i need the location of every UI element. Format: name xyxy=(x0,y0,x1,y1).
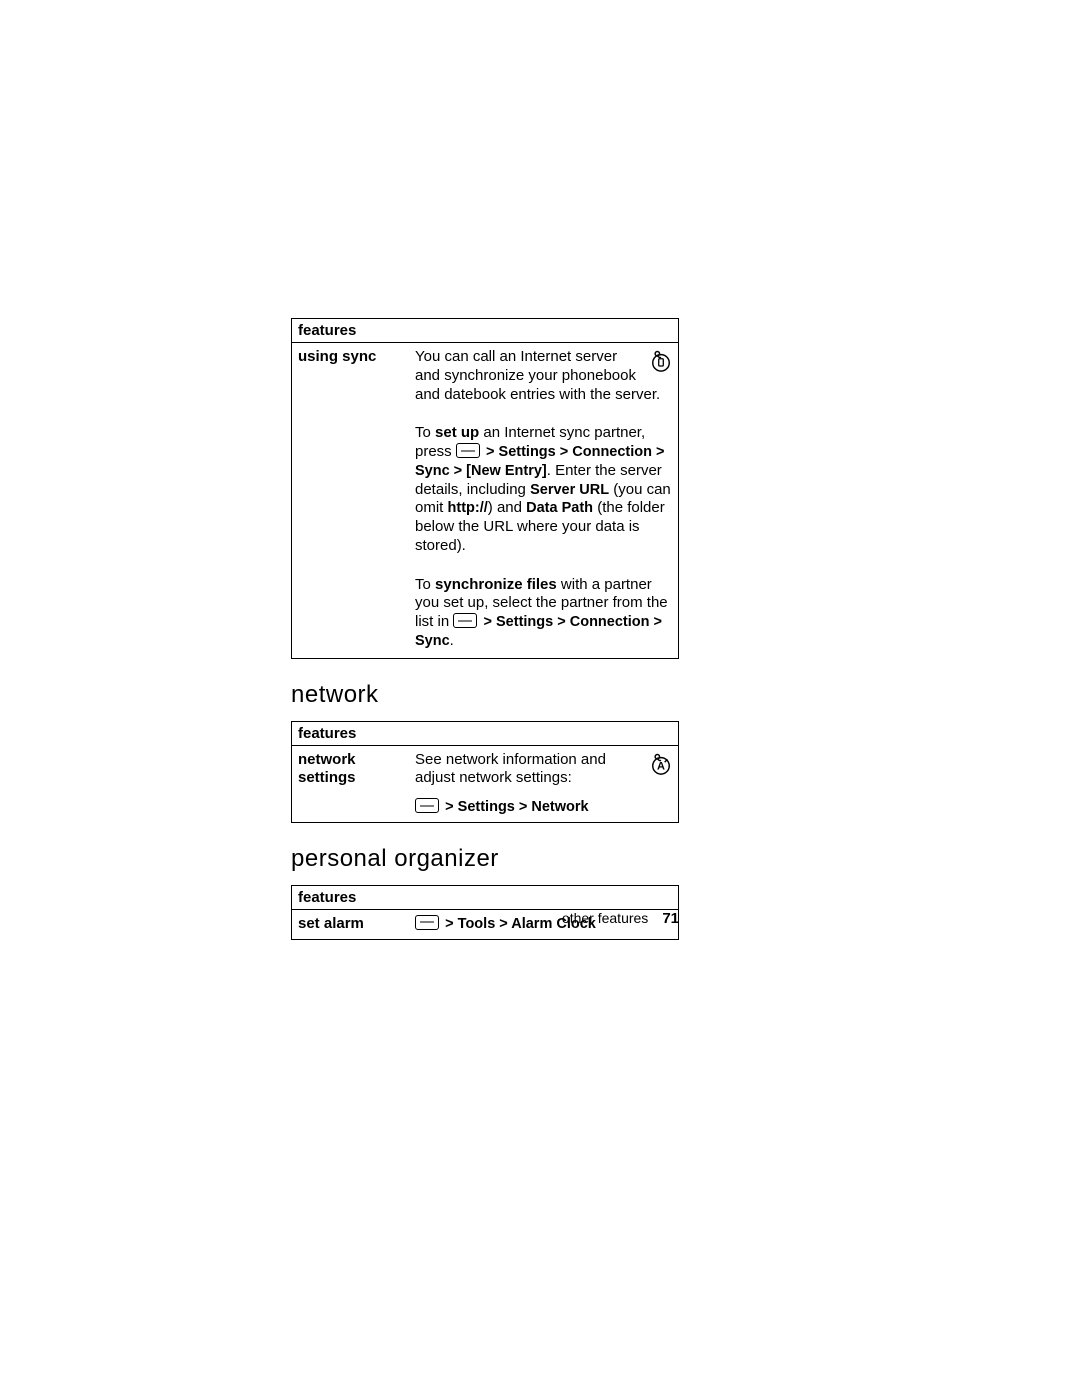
section-heading-organizer: personal organizer xyxy=(291,845,679,873)
text-bold: set up xyxy=(435,424,479,441)
text: To xyxy=(415,576,435,593)
text: . xyxy=(450,632,454,649)
network-desc-cell: A See network information and adjust net… xyxy=(409,745,679,793)
row-label-using-sync: using sync xyxy=(292,343,410,659)
table-header: features xyxy=(292,319,679,343)
sync-files-text: To synchronize files with a partner you … xyxy=(415,576,672,651)
route-icon xyxy=(650,350,672,372)
features-table-network: features network settings A See network … xyxy=(291,721,679,823)
table-header: features xyxy=(292,721,679,745)
antenna-icon: A xyxy=(650,753,672,775)
features-table-sync: features using sync You can call an Inte… xyxy=(291,318,679,659)
menu-icon xyxy=(415,798,439,813)
sync-desc-cell: You can call an Internet server and sync… xyxy=(409,343,679,420)
text-bold: synchronize files xyxy=(435,576,557,593)
menu-icon xyxy=(456,443,480,458)
footer-label: other features xyxy=(562,910,648,926)
table-header: features xyxy=(292,885,679,909)
page-footer: 71 other features xyxy=(291,910,679,927)
page-content: features using sync You can call an Inte… xyxy=(291,318,679,940)
svg-text:A: A xyxy=(657,760,665,772)
network-desc-text: See network information and adjust netwo… xyxy=(415,751,606,787)
text-cond: Server URL xyxy=(530,482,609,498)
page-number: 71 xyxy=(662,910,679,927)
network-path-cell: > Settings > Network xyxy=(409,793,679,822)
text: ) and xyxy=(488,499,526,516)
text-cond: Data Path xyxy=(526,500,593,516)
menu-icon xyxy=(453,613,477,628)
menu-path: > Settings > Network xyxy=(445,799,588,815)
text: To xyxy=(415,424,435,441)
sync-setup-text: To set up an Internet sync partner, pres… xyxy=(415,424,672,555)
section-heading-network: network xyxy=(291,681,679,709)
text-cond: http:// xyxy=(448,500,488,516)
sync-files-cell: To synchronize files with a partner you … xyxy=(409,571,679,659)
sync-intro-text: You can call an Internet server and sync… xyxy=(415,348,672,404)
sync-setup-cell: To set up an Internet sync partner, pres… xyxy=(409,419,679,570)
row-label-network-settings: network settings xyxy=(292,745,410,822)
